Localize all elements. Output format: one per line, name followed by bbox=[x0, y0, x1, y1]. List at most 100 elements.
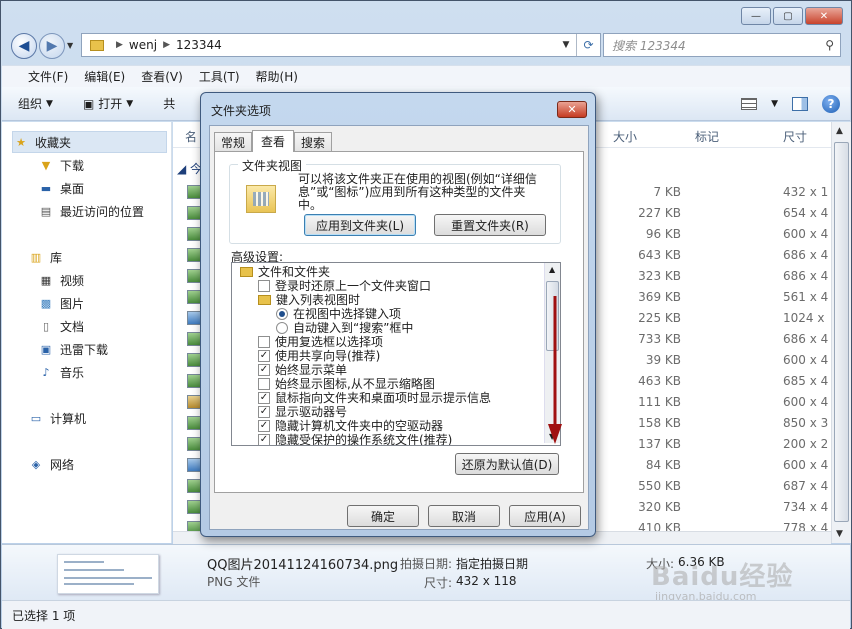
details-filename: QQ图片20141124160734.png bbox=[207, 558, 399, 573]
nav-pictures[interactable]: ▩ 图片 bbox=[38, 292, 84, 314]
chevron-down-icon[interactable]: ▼ bbox=[771, 99, 778, 109]
file-dimensions: 432 x 1 bbox=[783, 185, 829, 199]
file-dimensions: 600 x 4 bbox=[783, 227, 829, 241]
breadcrumb-segment[interactable]: 123344 bbox=[176, 38, 222, 52]
refresh-icon[interactable]: ⟳ bbox=[576, 34, 600, 56]
tab-search[interactable]: 搜索 bbox=[294, 132, 333, 152]
tree-radio-item[interactable]: 自动键入到“搜索”框中 bbox=[276, 321, 413, 335]
file-dimensions: 654 x 4 bbox=[783, 206, 829, 220]
column-dimensions[interactable]: 尺寸 bbox=[783, 128, 807, 145]
nav-network[interactable]: ◈ 网络 bbox=[28, 453, 74, 475]
details-dim-label: 尺寸: bbox=[424, 576, 453, 590]
search-icon[interactable]: ⚲ bbox=[825, 38, 834, 52]
nav-libraries[interactable]: ▥ 库 bbox=[28, 246, 62, 268]
checkbox-icon[interactable] bbox=[258, 336, 270, 348]
scroll-down-icon[interactable]: ▼ bbox=[836, 529, 843, 539]
nav-recent[interactable]: ▤ 最近访问的位置 bbox=[38, 200, 144, 222]
chevron-down-icon: ▼ bbox=[46, 98, 53, 109]
cancel-button[interactable]: 取消 bbox=[428, 505, 500, 527]
address-row: ◀ ▶ ▼ ▶ wenj ▶ 123344 ▼ ⟳ 搜索 123344 ⚲ bbox=[9, 31, 843, 59]
tree-radio-item[interactable]: 在视图中选择键入项 bbox=[276, 307, 401, 321]
nav-computer[interactable]: ▭ 计算机 bbox=[28, 407, 86, 429]
help-icon[interactable]: ? bbox=[822, 94, 840, 113]
menu-file[interactable]: 文件(F) bbox=[20, 68, 76, 85]
navigation-pane: ★ 收藏夹 ▼ 下载 ▬ 桌面 ▤ 最近访问的位置 ▥ 库 ▦ 视频 ▩ 图片 ▯ 文档 ▣ 迅雷… bbox=[2, 122, 172, 543]
column-name[interactable]: 名 bbox=[185, 128, 197, 145]
preview-pane-icon[interactable] bbox=[792, 96, 808, 111]
tree-checkbox-item[interactable]: 使用复选框以选择项 bbox=[258, 335, 383, 349]
organize-button[interactable]: 组织 ▼ bbox=[18, 95, 53, 112]
nav-music[interactable]: ♪ 音乐 bbox=[38, 361, 84, 383]
group-header[interactable]: ◢ 今 bbox=[177, 160, 202, 177]
history-dropdown-icon[interactable]: ▼ bbox=[67, 41, 73, 50]
address-dropdown-icon[interactable]: ▼ bbox=[556, 40, 576, 50]
breadcrumb-separator-icon[interactable]: ▶ bbox=[163, 40, 170, 50]
menu-view[interactable]: 查看(V) bbox=[133, 68, 191, 85]
apply-to-folders-button[interactable]: 应用到文件夹(L) bbox=[304, 214, 416, 236]
checkbox-icon[interactable]: ✓ bbox=[258, 406, 270, 418]
file-size: 733 KB bbox=[638, 332, 681, 346]
checkbox-icon[interactable] bbox=[258, 378, 270, 390]
apply-button[interactable]: 应用(A) bbox=[509, 505, 581, 527]
address-bar[interactable]: ▶ wenj ▶ 123344 ▼ ⟳ bbox=[81, 33, 601, 57]
back-button[interactable]: ◀ bbox=[11, 33, 37, 59]
maximize-button[interactable]: ▢ bbox=[773, 7, 803, 25]
vertical-scrollbar[interactable]: ▲ ▼ bbox=[831, 122, 851, 543]
checkbox-icon[interactable]: ✓ bbox=[258, 350, 270, 362]
scroll-thumb[interactable] bbox=[834, 142, 849, 522]
tree-checkbox-item[interactable]: 始终显示图标,从不显示缩略图 bbox=[258, 377, 435, 391]
checkbox-icon[interactable]: ✓ bbox=[258, 392, 270, 404]
checkbox-icon[interactable]: ✓ bbox=[258, 420, 270, 432]
menu-tools[interactable]: 工具(T) bbox=[191, 68, 248, 85]
tree-item-label: 自动键入到“搜索”框中 bbox=[293, 321, 414, 335]
dialog-close-button[interactable]: ✕ bbox=[557, 101, 587, 118]
nav-desktop[interactable]: ▬ 桌面 bbox=[38, 177, 84, 199]
computer-icon: ▭ bbox=[30, 411, 42, 425]
scroll-up-icon[interactable]: ▲ bbox=[836, 126, 843, 136]
nav-documents[interactable]: ▯ 文档 bbox=[38, 315, 84, 337]
column-tags[interactable]: 标记 bbox=[695, 128, 719, 145]
tab-general[interactable]: 常规 bbox=[214, 132, 253, 152]
breadcrumb-separator-icon[interactable]: ▶ bbox=[116, 40, 123, 50]
nav-favorites[interactable]: ★ 收藏夹 bbox=[12, 131, 167, 153]
restore-defaults-button[interactable]: 还原为默认值(D) bbox=[455, 453, 559, 475]
ok-button[interactable]: 确定 bbox=[347, 505, 419, 527]
tree-checkbox-item[interactable]: ✓ 隐藏受保护的操作系统文件(推荐) bbox=[258, 433, 452, 445]
checkbox-icon[interactable]: ✓ bbox=[258, 364, 270, 376]
nav-thunder[interactable]: ▣ 迅雷下载 bbox=[38, 338, 108, 360]
tree-checkbox-item[interactable]: ✓ 使用共享向导(推荐) bbox=[258, 349, 380, 363]
search-placeholder[interactable]: 搜索 123344 bbox=[612, 37, 686, 54]
scroll-up-icon[interactable]: ▲ bbox=[549, 265, 555, 274]
minimize-button[interactable]: — bbox=[741, 7, 771, 25]
tab-view[interactable]: 查看 bbox=[252, 130, 295, 152]
details-date-value[interactable]: 指定拍摄日期 bbox=[456, 555, 528, 572]
star-icon: ★ bbox=[16, 135, 26, 149]
menu-help[interactable]: 帮助(H) bbox=[248, 68, 306, 85]
reset-folders-button[interactable]: 重置文件夹(R) bbox=[434, 214, 546, 236]
search-box[interactable]: 搜索 123344 ⚲ bbox=[603, 33, 841, 57]
tree-checkbox-item[interactable]: ✓ 鼠标指向文件夹和桌面项时显示提示信息 bbox=[258, 391, 491, 405]
open-button[interactable]: ▣ 打开 ▼ bbox=[83, 95, 133, 112]
forward-button[interactable]: ▶ bbox=[39, 33, 65, 59]
breadcrumb-segment[interactable]: wenj bbox=[129, 38, 157, 52]
checkbox-icon[interactable]: ✓ bbox=[258, 434, 270, 445]
column-size[interactable]: 大小 bbox=[613, 128, 637, 145]
checkbox-icon[interactable] bbox=[258, 280, 270, 292]
radio-icon[interactable] bbox=[276, 308, 288, 320]
tree-checkbox-item[interactable]: ✓ 隐藏计算机文件夹中的空驱动器 bbox=[258, 419, 443, 433]
tree-checkbox-item[interactable]: 登录时还原上一个文件夹窗口 bbox=[258, 279, 431, 293]
details-filetype: PNG 文件 bbox=[207, 575, 261, 589]
close-button[interactable]: ✕ bbox=[805, 7, 843, 25]
nav-videos[interactable]: ▦ 视频 bbox=[38, 269, 84, 291]
tree-folder-item: 键入列表视图时 bbox=[258, 293, 360, 307]
details-dim-value: 432 x 118 bbox=[456, 574, 517, 588]
tree-checkbox-item[interactable]: ✓ 显示驱动器号 bbox=[258, 405, 347, 419]
view-options-icon[interactable] bbox=[741, 97, 758, 110]
nav-downloads[interactable]: ▼ 下载 bbox=[38, 154, 84, 176]
advanced-settings-tree[interactable]: 文件和文件夹 登录时还原上一个文件夹窗口 键入列表视图时 在视图中选择键入项 自动键入到… bbox=[231, 262, 561, 446]
tree-checkbox-item[interactable]: ✓ 始终显示菜单 bbox=[258, 363, 347, 377]
share-button[interactable]: 共 bbox=[163, 95, 175, 112]
tree-item-label: 键入列表视图时 bbox=[276, 293, 361, 307]
menu-edit[interactable]: 编辑(E) bbox=[76, 68, 133, 85]
radio-icon[interactable] bbox=[276, 322, 288, 334]
